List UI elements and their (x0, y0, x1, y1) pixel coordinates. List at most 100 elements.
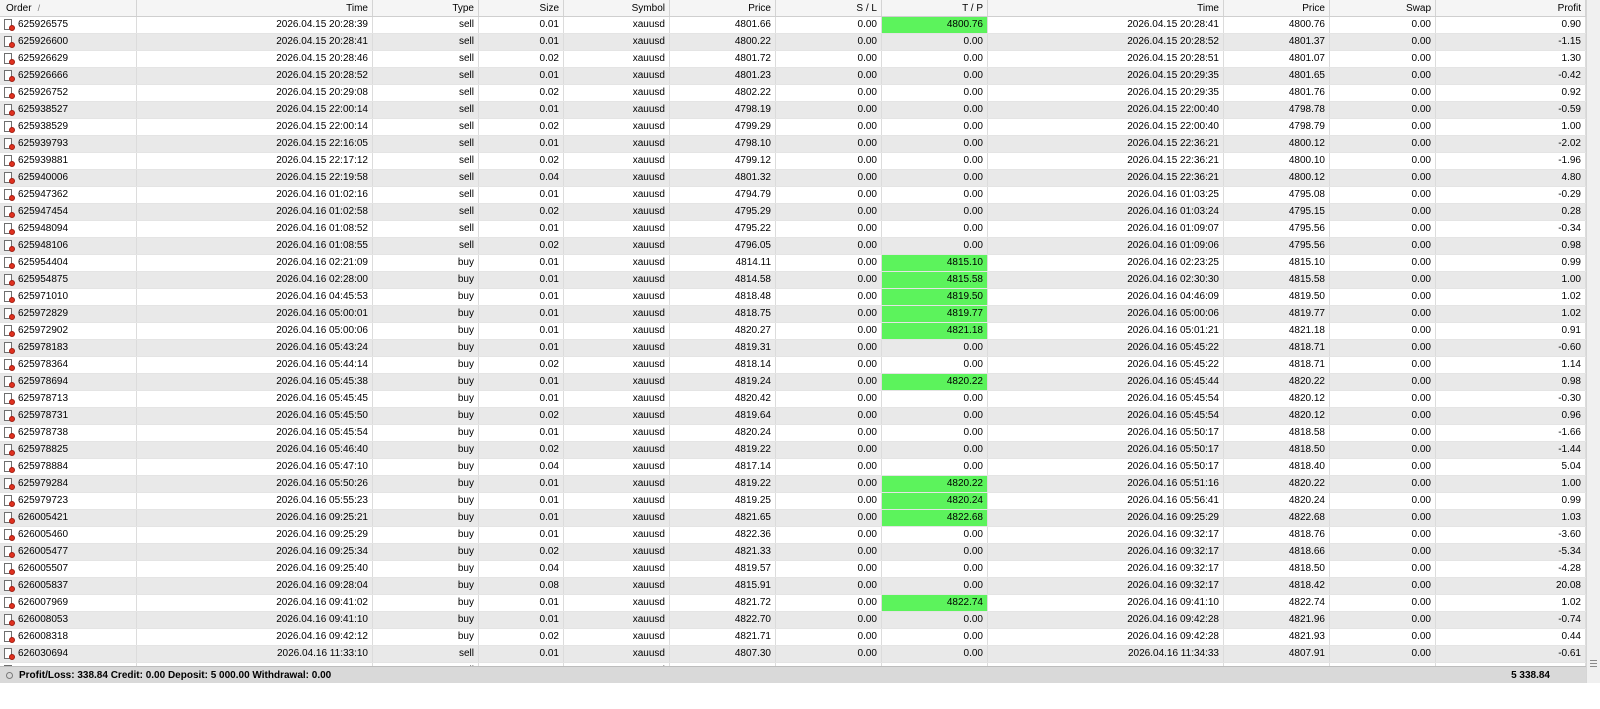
column-header-close-price[interactable]: Price (1224, 0, 1330, 16)
sl-cell: 0.00 (776, 68, 882, 84)
table-row[interactable]: 625978183 2026.04.16 05:43:24 buy 0.01 xauus… (0, 340, 1586, 357)
table-row[interactable]: 626005460 2026.04.16 09:25:29 buy 0.01 xauus… (0, 527, 1586, 544)
profit-cell: -0.29 (1436, 187, 1586, 203)
time-cell: 2026.04.15 22:00:14 (137, 119, 373, 135)
time-cell: 2026.04.16 05:46:40 (137, 442, 373, 458)
table-row[interactable]: 625979723 2026.04.16 05:55:23 buy 0.01 xauus… (0, 493, 1586, 510)
swap-cell: 0.00 (1330, 374, 1436, 390)
column-header-time[interactable]: Time (137, 0, 373, 16)
table-row[interactable]: 625978825 2026.04.16 05:46:40 buy 0.02 xauus… (0, 442, 1586, 459)
table-row[interactable]: 625948106 2026.04.16 01:08:55 sell 0.02 xauu… (0, 238, 1586, 255)
symbol-cell: xauusd (564, 238, 670, 254)
close-time-cell: 2026.04.16 05:45:44 (988, 374, 1224, 390)
table-row[interactable]: 626005421 2026.04.16 09:25:21 buy 0.01 xauus… (0, 510, 1586, 527)
table-row[interactable]: 625978713 2026.04.16 05:45:45 buy 0.01 xauus… (0, 391, 1586, 408)
swap-cell: 0.00 (1330, 153, 1436, 169)
table-row[interactable]: 625926752 2026.04.15 20:29:08 sell 0.02 xauu… (0, 85, 1586, 102)
column-header-profit[interactable]: Profit (1436, 0, 1586, 16)
column-header-close-time[interactable]: Time (988, 0, 1224, 16)
table-row[interactable]: 625938527 2026.04.15 22:00:14 sell 0.01 xauu… (0, 102, 1586, 119)
order-cell: 626005460 (0, 527, 137, 543)
symbol-cell: xauusd (564, 102, 670, 118)
table-row[interactable]: 625978884 2026.04.16 05:47:10 buy 0.04 xauus… (0, 459, 1586, 476)
swap-cell: 0.00 (1330, 595, 1436, 611)
symbol-cell: xauusd (564, 85, 670, 101)
close-price-cell: 4815.58 (1224, 272, 1330, 288)
close-price-cell: 4822.68 (1224, 510, 1330, 526)
column-header-sl[interactable]: S / L (776, 0, 882, 16)
profit-cell: 0.92 (1436, 85, 1586, 101)
close-price-cell: 4820.12 (1224, 408, 1330, 424)
profit-cell: 1.14 (1436, 357, 1586, 373)
column-header-type[interactable]: Type (373, 0, 479, 16)
table-row[interactable]: 626005837 2026.04.16 09:28:04 buy 0.08 xauus… (0, 578, 1586, 595)
table-row[interactable]: 626030694 2026.04.16 11:33:10 sell 0.01 xauu… (0, 646, 1586, 663)
close-price-cell: 4818.42 (1224, 578, 1330, 594)
table-row[interactable]: 625947362 2026.04.16 01:02:16 sell 0.01 xauu… (0, 187, 1586, 204)
grip-line (1590, 666, 1597, 667)
table-row[interactable]: 625947454 2026.04.16 01:02:58 sell 0.02 xauu… (0, 204, 1586, 221)
type-cell: sell (373, 34, 479, 50)
price-cell: 4821.72 (670, 595, 776, 611)
table-row[interactable]: 625939881 2026.04.15 22:17:12 sell 0.02 xauu… (0, 153, 1586, 170)
table-row[interactable]: 626007969 2026.04.16 09:41:02 buy 0.01 xauus… (0, 595, 1586, 612)
table-row[interactable]: 625948094 2026.04.16 01:08:52 sell 0.01 xauu… (0, 221, 1586, 238)
order-document-red-icon (4, 614, 15, 626)
type-cell: buy (373, 527, 479, 543)
column-header-price[interactable]: Price (670, 0, 776, 16)
close-time-cell: 2026.04.15 20:29:35 (988, 68, 1224, 84)
type-cell: buy (373, 612, 479, 628)
size-cell: 0.04 (479, 459, 564, 475)
type-cell: buy (373, 629, 479, 645)
type-cell: buy (373, 544, 479, 560)
table-row[interactable]: 626005507 2026.04.16 09:25:40 buy 0.04 xauus… (0, 561, 1586, 578)
order-cell: 625972829 (0, 306, 137, 322)
table-row[interactable]: 625978364 2026.04.16 05:44:14 buy 0.02 xauus… (0, 357, 1586, 374)
sl-cell: 0.00 (776, 357, 882, 373)
vertical-scrollbar[interactable] (1586, 0, 1600, 683)
order-document-red-icon (4, 19, 15, 31)
time-cell: 2026.04.16 02:21:09 (137, 255, 373, 271)
sl-cell: 0.00 (776, 136, 882, 152)
table-row[interactable]: 625926575 2026.04.15 20:28:39 sell 0.01 xauu… (0, 17, 1586, 34)
table-row[interactable]: 625979284 2026.04.16 05:50:26 buy 0.01 xauus… (0, 476, 1586, 493)
type-cell: buy (373, 272, 479, 288)
table-row[interactable]: 626008053 2026.04.16 09:41:10 buy 0.01 xauus… (0, 612, 1586, 629)
table-row[interactable]: 625972902 2026.04.16 05:00:06 buy 0.01 xauus… (0, 323, 1586, 340)
order-document-red-icon (4, 597, 15, 609)
table-row[interactable]: 625938529 2026.04.15 22:00:14 sell 0.02 xauu… (0, 119, 1586, 136)
type-cell: sell (373, 221, 479, 237)
table-row[interactable]: 625978731 2026.04.16 05:45:50 buy 0.02 xauus… (0, 408, 1586, 425)
time-cell: 2026.04.16 05:00:01 (137, 306, 373, 322)
table-row[interactable]: 625954875 2026.04.16 02:28:00 buy 0.01 xauus… (0, 272, 1586, 289)
order-cell: 625938527 (0, 102, 137, 118)
swap-cell: 0.00 (1330, 68, 1436, 84)
column-header-swap[interactable]: Swap (1330, 0, 1436, 16)
tp-cell: 0.00 (882, 442, 988, 458)
table-row[interactable]: 625971010 2026.04.16 04:45:53 buy 0.01 xauus… (0, 289, 1586, 306)
table-row[interactable]: 625939793 2026.04.15 22:16:05 sell 0.01 xauu… (0, 136, 1586, 153)
table-row[interactable]: 625940006 2026.04.15 22:19:58 sell 0.04 xauu… (0, 170, 1586, 187)
order-cell: 625978694 (0, 374, 137, 390)
close-time-cell: 2026.04.16 09:32:17 (988, 527, 1224, 543)
table-row[interactable]: 625926629 2026.04.15 20:28:46 sell 0.02 xauu… (0, 51, 1586, 68)
table-row[interactable]: 625926666 2026.04.15 20:28:52 sell 0.01 xauu… (0, 68, 1586, 85)
profit-cell: 0.28 (1436, 204, 1586, 220)
table-row[interactable]: 625972829 2026.04.16 05:00:01 buy 0.01 xauus… (0, 306, 1586, 323)
order-cell: 625954875 (0, 272, 137, 288)
column-header-size[interactable]: Size (479, 0, 564, 16)
column-header-order[interactable]: Order / (0, 0, 137, 16)
table-row[interactable]: 626008318 2026.04.16 09:42:12 buy 0.02 xauus… (0, 629, 1586, 646)
tp-cell: 4820.24 (882, 493, 988, 509)
price-cell: 4801.72 (670, 51, 776, 67)
table-row[interactable]: 625954404 2026.04.16 02:21:09 buy 0.01 xauus… (0, 255, 1586, 272)
tp-cell: 4820.22 (882, 374, 988, 390)
column-header-symbol[interactable]: Symbol (564, 0, 670, 16)
table-row[interactable]: 625978738 2026.04.16 05:45:54 buy 0.01 xauus… (0, 425, 1586, 442)
table-row[interactable]: 625978694 2026.04.16 05:45:38 buy 0.01 xauus… (0, 374, 1586, 391)
profit-cell: 0.99 (1436, 255, 1586, 271)
column-header-tp[interactable]: T / P (882, 0, 988, 16)
sl-cell: 0.00 (776, 289, 882, 305)
table-row[interactable]: 625926600 2026.04.15 20:28:41 sell 0.01 xauu… (0, 34, 1586, 51)
table-row[interactable]: 626005477 2026.04.16 09:25:34 buy 0.02 xauus… (0, 544, 1586, 561)
